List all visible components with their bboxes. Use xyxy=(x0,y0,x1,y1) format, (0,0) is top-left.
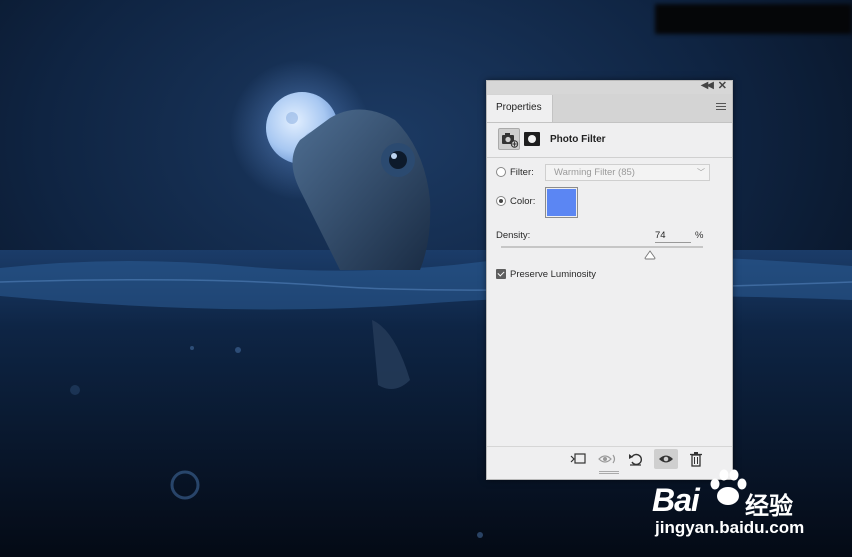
properties-panel: ◀◀ ✕ Properties Photo Filter Filter: War… xyxy=(486,80,733,480)
delete-button[interactable] xyxy=(687,451,705,467)
trash-icon xyxy=(690,452,702,467)
color-label: Color: xyxy=(510,196,536,207)
adjustment-title: Photo Filter xyxy=(550,134,606,145)
hamburger-menu-icon[interactable] xyxy=(716,103,726,111)
clip-to-layer-icon xyxy=(570,453,586,464)
color-radio[interactable] xyxy=(496,196,506,206)
density-value: 74 xyxy=(655,230,666,241)
filter-select[interactable]: Warming Filter (85) ﹀ xyxy=(545,164,710,181)
filter-select-value: Warming Filter (85) xyxy=(554,167,635,178)
visibility-eye-icon xyxy=(659,455,673,463)
layer-mask-icon xyxy=(524,132,540,146)
close-icon[interactable]: ✕ xyxy=(718,79,727,92)
camera-adjustment-icon xyxy=(502,133,519,148)
density-slider[interactable] xyxy=(501,246,703,248)
watermark-url: jingyan.baidu.com xyxy=(655,518,805,537)
clip-to-layer-button[interactable] xyxy=(569,451,587,467)
tab-properties[interactable]: Properties xyxy=(487,95,553,122)
reset-icon xyxy=(629,453,642,466)
color-swatch[interactable] xyxy=(545,187,578,218)
density-label: Density: xyxy=(496,230,531,241)
watermark-brand-cn: 经验 xyxy=(745,493,793,520)
color-swatch-fill xyxy=(547,189,576,216)
preserve-luminosity-checkbox[interactable] xyxy=(496,269,506,279)
layer-mask-button[interactable] xyxy=(523,131,541,147)
view-previous-state-button[interactable] xyxy=(598,451,616,467)
black-strip xyxy=(655,4,852,34)
resize-grip[interactable] xyxy=(599,471,619,476)
density-unit: % xyxy=(695,230,704,241)
density-slider-thumb[interactable] xyxy=(644,250,656,260)
camera-adjustment-button[interactable] xyxy=(498,128,520,150)
adjustment-header: Photo Filter xyxy=(487,123,732,158)
panel-footer xyxy=(487,446,732,471)
collapse-icon[interactable]: ◀◀ xyxy=(701,80,714,91)
preserve-luminosity-label: Preserve Luminosity xyxy=(510,269,597,280)
filter-radio[interactable] xyxy=(496,167,506,177)
panel-titlebar[interactable]: ◀◀ ✕ xyxy=(487,79,732,94)
visibility-toggle-button[interactable] xyxy=(654,449,678,469)
filter-label: Filter: xyxy=(510,167,534,178)
view-previous-state-icon xyxy=(598,454,616,464)
chevron-down-icon: ﹀ xyxy=(697,168,705,177)
watermark-brand: Bai xyxy=(652,482,700,518)
reset-button[interactable] xyxy=(627,451,645,467)
density-input[interactable]: 74 xyxy=(655,230,691,243)
tab-bar: Properties xyxy=(487,94,732,123)
